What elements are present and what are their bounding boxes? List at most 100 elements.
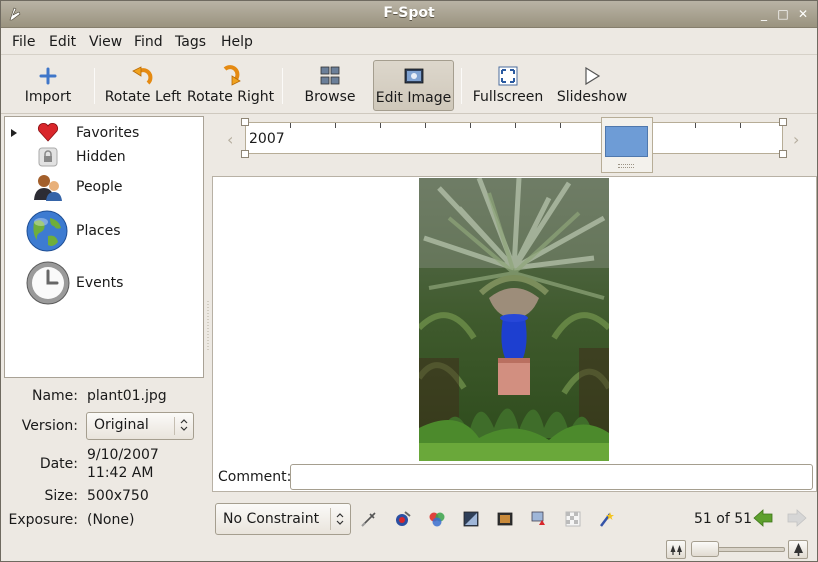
menu-help[interactable]: Help xyxy=(221,34,253,50)
sepia-icon[interactable] xyxy=(496,510,514,528)
rotate-left-label: Rotate Left xyxy=(104,89,182,105)
tag-hidden[interactable]: Hidden xyxy=(5,145,203,169)
maximize-button[interactable]: □ xyxy=(774,6,792,22)
auto-color-icon[interactable] xyxy=(598,510,616,528)
soft-focus-icon[interactable] xyxy=(564,510,582,528)
version-value: Original xyxy=(94,417,149,433)
exposure-value: (None) xyxy=(87,512,135,528)
timeline-tick xyxy=(290,123,291,128)
edit-image-button[interactable]: Edit Image xyxy=(373,60,454,111)
constraint-combo[interactable]: No Constraint xyxy=(215,503,351,535)
range-handle-top-left[interactable] xyxy=(241,118,249,126)
exposure-label: Exposure: xyxy=(8,512,78,528)
toolbar-separator xyxy=(282,68,283,104)
status-bar xyxy=(1,538,817,562)
timeline-thumbnail xyxy=(605,126,648,157)
toolbar-separator xyxy=(461,68,462,104)
straighten-icon[interactable] xyxy=(530,510,548,528)
menu-view[interactable]: View xyxy=(89,34,122,50)
timeline-tick xyxy=(335,123,336,128)
zoom-out-button[interactable] xyxy=(666,540,686,559)
constraint-value: No Constraint xyxy=(223,511,320,527)
fullscreen-label: Fullscreen xyxy=(472,89,544,105)
photo-plant[interactable] xyxy=(419,178,609,461)
timeline-year: 2007 xyxy=(249,131,285,147)
combo-arrows-icon xyxy=(336,513,344,525)
timeline-tick xyxy=(380,123,381,128)
name-value: plant01.jpg xyxy=(87,388,167,404)
menu-tags[interactable]: Tags xyxy=(175,34,206,50)
tag-tree[interactable]: Favorites Hidden People Places Events xyxy=(4,116,204,378)
lock-icon xyxy=(38,147,58,167)
date-value: 9/10/2007 xyxy=(87,447,159,463)
image-viewer[interactable]: Comment: xyxy=(212,176,817,492)
zoom-slider-thumb[interactable] xyxy=(691,541,719,557)
pane-resize-handle[interactable] xyxy=(206,301,210,351)
combo-arrows-icon xyxy=(180,419,188,431)
timeline-tick xyxy=(740,123,741,128)
timeline-right-arrow-icon[interactable]: › xyxy=(793,130,799,149)
rotate-left-button[interactable]: Rotate Left xyxy=(104,60,182,111)
name-label: Name: xyxy=(31,388,78,404)
previous-photo-button[interactable] xyxy=(752,508,774,528)
browse-icon xyxy=(320,66,340,85)
small-trees-icon xyxy=(670,545,682,555)
tag-label: Hidden xyxy=(76,149,126,165)
people-icon xyxy=(34,175,62,201)
tag-people[interactable]: People xyxy=(5,171,203,203)
timeline-tick xyxy=(695,123,696,128)
crop-icon[interactable] xyxy=(360,510,378,528)
menu-find[interactable]: Find xyxy=(134,34,163,50)
tag-places[interactable]: Places xyxy=(5,208,203,252)
combo-separator xyxy=(330,508,331,530)
desaturate-icon[interactable] xyxy=(462,510,480,528)
photo-info-panel: Name: plant01.jpg Version: Original Date… xyxy=(1,381,206,541)
slideshow-label: Slideshow xyxy=(556,89,628,105)
tag-label: Favorites xyxy=(76,125,140,141)
expander-arrow-icon[interactable] xyxy=(10,128,18,138)
timeline-track[interactable]: 2007 xyxy=(245,122,783,154)
browse-button[interactable]: Browse xyxy=(299,60,361,111)
zoom-in-button[interactable] xyxy=(788,540,808,559)
minimize-icon: _ xyxy=(761,7,767,21)
slideshow-icon xyxy=(585,66,601,86)
rotate-right-button[interactable]: Rotate Right xyxy=(187,60,274,111)
size-label: Size: xyxy=(44,488,78,504)
close-button[interactable]: ✕ xyxy=(794,6,812,22)
tag-favorites[interactable]: Favorites xyxy=(5,121,203,145)
next-photo-button[interactable] xyxy=(786,508,808,528)
tag-label: Events xyxy=(76,275,124,291)
range-handle-bottom-right[interactable] xyxy=(779,150,787,158)
toolbar-separator xyxy=(94,68,95,104)
slideshow-button[interactable]: Slideshow xyxy=(556,60,628,111)
fullscreen-icon xyxy=(498,66,518,86)
edit-image-label: Edit Image xyxy=(375,90,452,106)
version-combo[interactable]: Original xyxy=(86,412,194,440)
timeline-left-arrow-icon[interactable]: ‹ xyxy=(227,130,233,149)
menu-edit[interactable]: Edit xyxy=(49,34,76,50)
combo-separator xyxy=(174,417,175,435)
timeline[interactable]: ‹ 2007 › xyxy=(213,114,817,174)
comment-input[interactable] xyxy=(290,464,813,490)
import-button[interactable]: Import xyxy=(19,60,77,111)
rotate-left-icon xyxy=(132,66,153,85)
title-bar[interactable]: F-Spot _ □ ✕ xyxy=(1,1,817,28)
timeline-tick xyxy=(515,123,516,128)
tag-events[interactable]: Events xyxy=(5,260,203,306)
range-handle-bottom-left[interactable] xyxy=(241,150,249,158)
time-value: 11:42 AM xyxy=(87,465,154,481)
large-tree-icon xyxy=(794,543,803,556)
fullscreen-button[interactable]: Fullscreen xyxy=(471,60,545,111)
color-adjust-icon[interactable] xyxy=(428,510,446,528)
clock-icon xyxy=(26,261,70,305)
menu-file[interactable]: File xyxy=(12,34,35,50)
f-spot-window: F-Spot _ □ ✕ File Edit View Find Tags He… xyxy=(0,0,818,562)
heart-icon xyxy=(38,122,58,142)
minimize-button[interactable]: _ xyxy=(755,6,773,22)
timeline-position-marker[interactable] xyxy=(601,117,653,173)
red-eye-icon[interactable] xyxy=(394,510,412,528)
range-handle-top-right[interactable] xyxy=(779,118,787,126)
timeline-tick xyxy=(425,123,426,128)
photo-count: 51 of 51 xyxy=(694,511,753,527)
browse-label: Browse xyxy=(304,89,356,105)
